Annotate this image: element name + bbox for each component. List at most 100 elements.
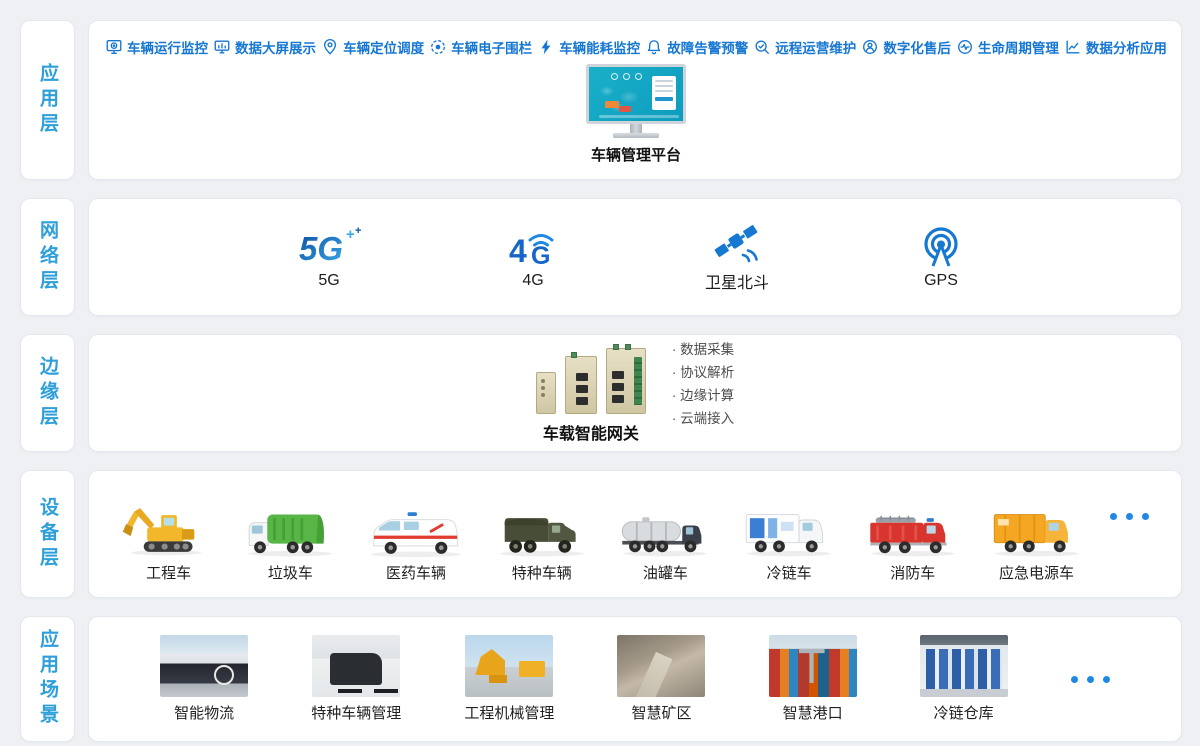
gateway-features-list: 数据采集 协议解析 边缘计算 云端接入	[672, 340, 734, 446]
5g-logo-icon: 5G + +	[293, 224, 365, 270]
oil-tanker-image	[615, 501, 715, 559]
network-layer-panel: 5G + + 5G 4 G 4G	[88, 198, 1182, 316]
app-item-location-dispatch: 车辆定位调度	[321, 37, 424, 57]
scenario-special-vehicle-mgmt: 特种车辆管理	[311, 635, 401, 723]
app-item-label: 车辆定位调度	[343, 37, 424, 57]
scenario-layer-panel: 智能物流 特种车辆管理 工程机械管理 智慧矿区 智慧港口 冷链仓库	[88, 616, 1182, 742]
cold-chain-truck-image	[739, 501, 839, 559]
svg-text:5G: 5G	[299, 230, 343, 267]
scenario-smart-port: 智慧港口	[769, 635, 857, 723]
military-truck-image	[492, 501, 592, 559]
data-analysis-icon	[1064, 38, 1082, 56]
screen-bottom-bar	[599, 115, 679, 118]
app-item-label: 车辆运行监控	[127, 37, 208, 57]
edge-layer-panel: 车载智能网关 数据采集 协议解析 边缘计算 云端接入	[88, 334, 1182, 452]
gateway-devices-image	[536, 342, 646, 414]
device-layer-row: 设备层 工程车	[20, 470, 1182, 598]
platform-label: 车辆管理平台	[591, 144, 681, 165]
network-item-label: 5G	[318, 272, 339, 290]
gateway-feature: 数据采集	[672, 340, 734, 359]
app-item-data-analysis: 数据分析应用	[1064, 37, 1167, 57]
architecture-diagram: 应用层 车辆运行监控 数据大屏展示 车辆定位调度 车辆电子围栏	[20, 20, 1182, 742]
svg-text:4: 4	[509, 233, 527, 269]
vehicle-gateway: 车载智能网关	[536, 342, 646, 444]
app-item-fault-alarm: 故障告警预警	[645, 37, 748, 57]
alarm-bell-icon	[645, 38, 663, 56]
svg-text:+: +	[346, 226, 355, 243]
gateway-small	[536, 372, 556, 414]
device-more-dots	[1110, 513, 1149, 542]
monitor-stand-neck	[630, 124, 642, 133]
app-item-big-screen: 数据大屏展示	[213, 37, 316, 57]
scenario-label: 特种车辆管理	[311, 702, 401, 723]
scenario-layer-label-box: 应用场景	[20, 616, 75, 742]
platform-monitor-image	[586, 64, 686, 138]
network-item-gps: GPS	[895, 224, 987, 290]
app-item-label: 车辆电子围栏	[451, 37, 532, 57]
application-layer-label: 应用层	[34, 63, 61, 138]
vehicle-special: 特种车辆	[492, 501, 592, 583]
smart-mine-photo	[617, 635, 705, 697]
network-layer-label-box: 网络层	[20, 198, 75, 316]
gateway-label: 车载智能网关	[543, 420, 639, 444]
vehicle-label: 垃圾车	[268, 562, 313, 583]
lifecycle-icon	[956, 38, 974, 56]
smart-logistics-photo	[160, 635, 248, 697]
app-item-geofence: 车辆电子围栏	[429, 37, 532, 57]
network-item-5g: 5G + + 5G	[283, 224, 375, 290]
device-layer-label: 设备层	[34, 497, 61, 572]
application-layer-label-box: 应用层	[20, 20, 75, 180]
network-layer-row: 网络层 5G + + 5G 4 G	[20, 198, 1182, 316]
scenario-smart-logistics: 智能物流	[160, 635, 248, 723]
gateway-feature: 云端接入	[672, 409, 734, 428]
scenario-more-dots	[1071, 676, 1110, 683]
network-item-label: 4G	[522, 272, 543, 290]
4g-logo-icon: 4 G	[501, 224, 565, 270]
edge-layer-label: 边缘层	[34, 356, 61, 431]
satellite-icon	[710, 221, 764, 267]
vehicle-fire-truck: 消防车	[863, 501, 963, 583]
scenario-smart-mine: 智慧矿区	[617, 635, 705, 723]
scenario-layer-label: 应用场景	[34, 629, 61, 729]
app-item-label: 生命周期管理	[978, 37, 1059, 57]
gps-broadcast-icon	[918, 224, 964, 270]
network-item-beidou: 卫星北斗	[691, 221, 783, 293]
construction-machinery-photo	[465, 635, 553, 697]
excavator-image	[121, 501, 217, 559]
gateway-feature: 协议解析	[672, 363, 734, 382]
remote-maintenance-icon	[753, 38, 771, 56]
app-item-label: 数字化售后	[883, 37, 951, 57]
vehicle-medical: 医药车辆	[364, 501, 468, 583]
scenario-layer-row: 应用场景 智能物流 特种车辆管理 工程机械管理 智慧矿区 智慧港口	[20, 616, 1182, 742]
network-item-label: 卫星北斗	[705, 269, 769, 293]
app-item-label: 数据大屏展示	[235, 37, 316, 57]
app-item-energy-monitoring: 车辆能耗监控	[537, 37, 640, 57]
app-item-lifecycle: 生命周期管理	[956, 37, 1059, 57]
cold-chain-warehouse-photo	[920, 635, 1008, 697]
vehicle-engineering: 工程车	[121, 501, 217, 583]
network-item-4g: 4 G 4G	[487, 224, 579, 290]
geofence-icon	[429, 38, 447, 56]
scenario-label: 智能物流	[174, 702, 234, 723]
network-item-label: GPS	[924, 272, 958, 290]
scenario-label: 冷链仓库	[934, 702, 994, 723]
vehicle-tanker: 油罐车	[615, 501, 715, 583]
power-truck-image	[987, 501, 1087, 559]
gateway-medium	[565, 356, 597, 414]
screen-stat-circles	[611, 73, 642, 80]
vehicle-monitor-icon	[105, 38, 123, 56]
gateway-feature: 边缘计算	[672, 386, 734, 405]
app-item-label: 数据分析应用	[1086, 37, 1167, 57]
screen-truck-graphic	[619, 106, 631, 112]
scenario-label: 工程机械管理	[464, 702, 554, 723]
application-layer-panel: 车辆运行监控 数据大屏展示 车辆定位调度 车辆电子围栏 车辆能耗监控	[88, 20, 1182, 180]
app-item-vehicle-monitoring: 车辆运行监控	[105, 37, 208, 57]
application-layer-row: 应用层 车辆运行监控 数据大屏展示 车辆定位调度 车辆电子围栏	[20, 20, 1182, 180]
svg-text:+: +	[355, 225, 361, 237]
special-vehicle-photo	[312, 635, 400, 697]
scenario-label: 智慧矿区	[631, 702, 691, 723]
network-layer-label: 网络层	[34, 220, 61, 295]
app-item-label: 远程运营维护	[775, 37, 856, 57]
ambulance-image	[364, 501, 468, 559]
vehicle-emergency-power: 应急电源车	[987, 501, 1087, 583]
